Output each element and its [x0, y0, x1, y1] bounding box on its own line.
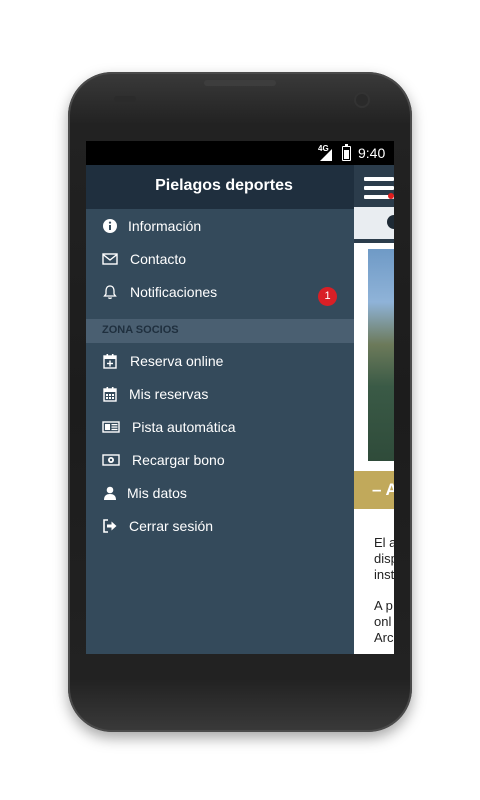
- calendar-plus-icon: [103, 354, 117, 369]
- menu-label: Mis datos: [127, 485, 187, 501]
- screen: 4G 9:40 – A El a disp inst A p onl Arc P…: [86, 141, 394, 654]
- court-photo: [368, 249, 394, 461]
- notification-badge: 1: [318, 287, 337, 306]
- sign-out-icon: [103, 519, 117, 533]
- drawer-header: Pielagos deportes: [86, 165, 354, 209]
- drawer-title: Pielagos deportes: [155, 177, 293, 194]
- envelope-icon: [102, 253, 118, 265]
- menu-item-cerrar-sesion[interactable]: Cerrar sesión: [86, 510, 354, 542]
- menu-item-informacion[interactable]: Información: [86, 210, 354, 242]
- toggle-bar: [354, 207, 394, 239]
- background-app[interactable]: – A El a disp inst A p onl Arc: [354, 165, 394, 654]
- battery-icon: [342, 144, 351, 161]
- notification-dot: [388, 193, 394, 199]
- info-icon: [103, 219, 117, 233]
- proximity-sensor: [114, 96, 136, 102]
- body-text-line: onl: [374, 614, 392, 629]
- body-text-line: Arc: [374, 630, 394, 645]
- front-camera: [356, 94, 368, 106]
- banner-text: – A: [372, 480, 394, 499]
- menu-label: Notificaciones: [130, 284, 218, 300]
- toggle-knob[interactable]: [387, 215, 394, 229]
- status-time: 9:40: [358, 145, 386, 161]
- signal-icon: [320, 149, 332, 161]
- money-icon: [102, 454, 120, 466]
- menu-label: Cerrar sesión: [129, 518, 214, 534]
- menu-item-contacto[interactable]: Contacto: [86, 243, 354, 275]
- body-text-line: inst: [374, 567, 394, 582]
- newspaper-icon: [102, 421, 120, 433]
- speaker-grille: [204, 80, 276, 86]
- menu-label: Mis reservas: [129, 386, 209, 402]
- section-header-zona-socios: ZONA SOCIOS: [86, 319, 354, 343]
- menu-label: Reserva online: [130, 353, 224, 369]
- body-text-line: A p: [374, 598, 393, 613]
- body-text-line: El a: [374, 535, 394, 550]
- hamburger-menu-icon[interactable]: [364, 177, 394, 204]
- calendar-icon: [103, 387, 117, 402]
- menu-label: Pista automática: [132, 419, 236, 435]
- section-label: ZONA SOCIOS: [102, 324, 179, 336]
- menu-item-reserva-online[interactable]: Reserva online: [86, 345, 354, 377]
- menu-item-mis-datos[interactable]: Mis datos: [86, 477, 354, 509]
- status-bar: 4G 9:40: [86, 141, 394, 165]
- menu-label: Información: [128, 218, 202, 234]
- menu-label: Recargar bono: [132, 452, 225, 468]
- bell-icon: [103, 285, 117, 299]
- menu-label: Contacto: [130, 251, 187, 267]
- menu-item-pista-automatica[interactable]: Pista automática: [86, 411, 354, 443]
- navigation-drawer: Pielagos deportes Información Contacto N…: [86, 165, 354, 654]
- menu-item-mis-reservas[interactable]: Mis reservas: [86, 378, 354, 410]
- body-text-line: disp: [374, 551, 394, 566]
- menu-item-notificaciones[interactable]: Notificaciones: [86, 276, 354, 308]
- menu-item-recargar-bono[interactable]: Recargar bono: [86, 444, 354, 476]
- user-icon: [104, 486, 116, 500]
- section-banner[interactable]: – A: [354, 471, 394, 509]
